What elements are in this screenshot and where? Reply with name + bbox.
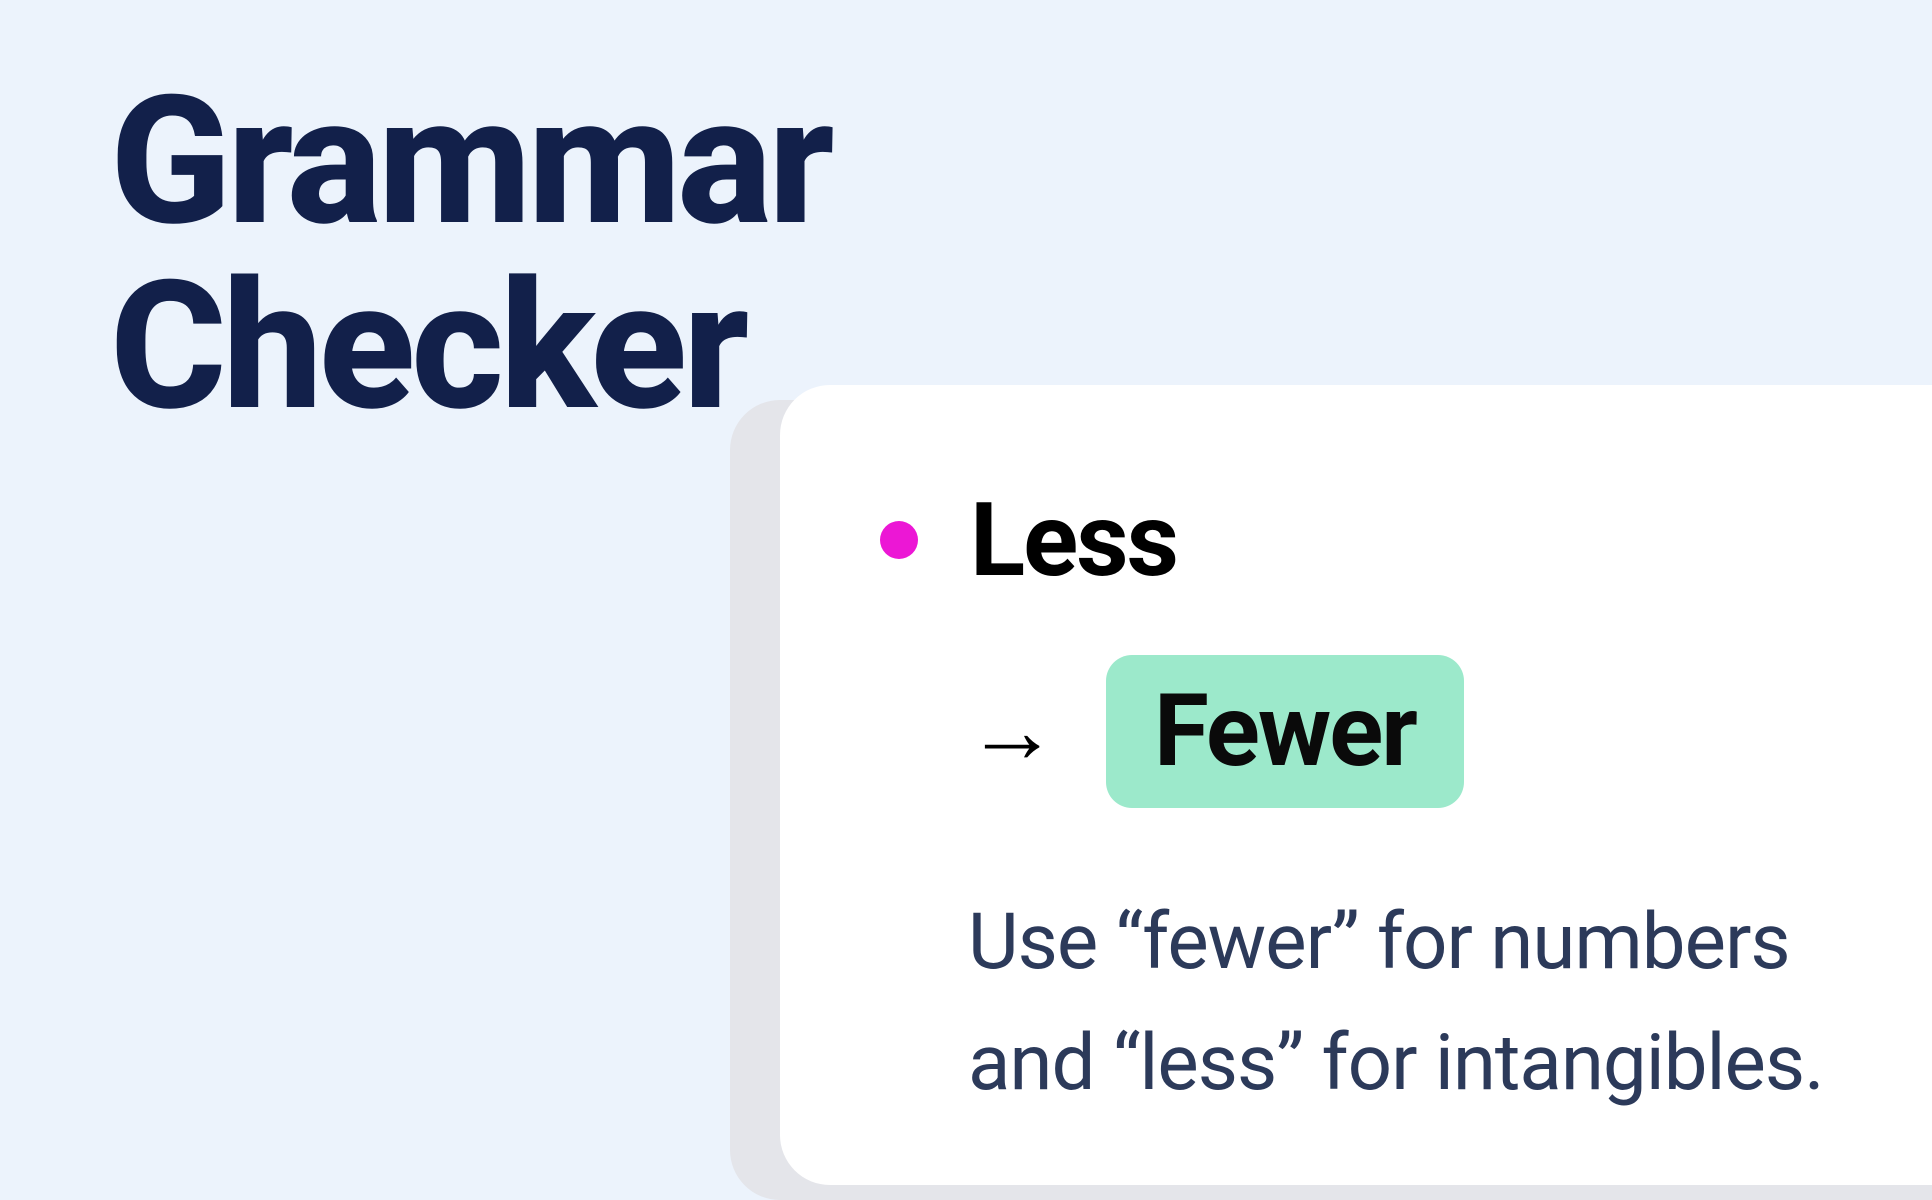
suggestion-card[interactable]: Less → Fewer Use “fewer” for numbers and… <box>780 385 1932 1185</box>
correction-word: Fewer <box>1154 673 1416 790</box>
explanation-line-1: Use “fewer” for numbers <box>968 897 1790 988</box>
title-line-1: Grammar <box>110 58 831 266</box>
page-title: Grammar Checker <box>110 70 831 440</box>
correction-row: → Fewer <box>966 655 1932 808</box>
original-word: Less <box>970 480 1177 600</box>
explanation-text: Use “fewer” for numbers and “less” for i… <box>968 883 1932 1125</box>
correction-badge[interactable]: Fewer <box>1106 655 1464 808</box>
bullet-dot-icon <box>880 521 918 559</box>
explanation-line-2: and “less” for intangibles. <box>968 1018 1824 1109</box>
title-line-2: Checker <box>110 243 745 451</box>
arrow-right-icon: → <box>966 686 1058 778</box>
original-word-row: Less <box>880 480 1932 600</box>
